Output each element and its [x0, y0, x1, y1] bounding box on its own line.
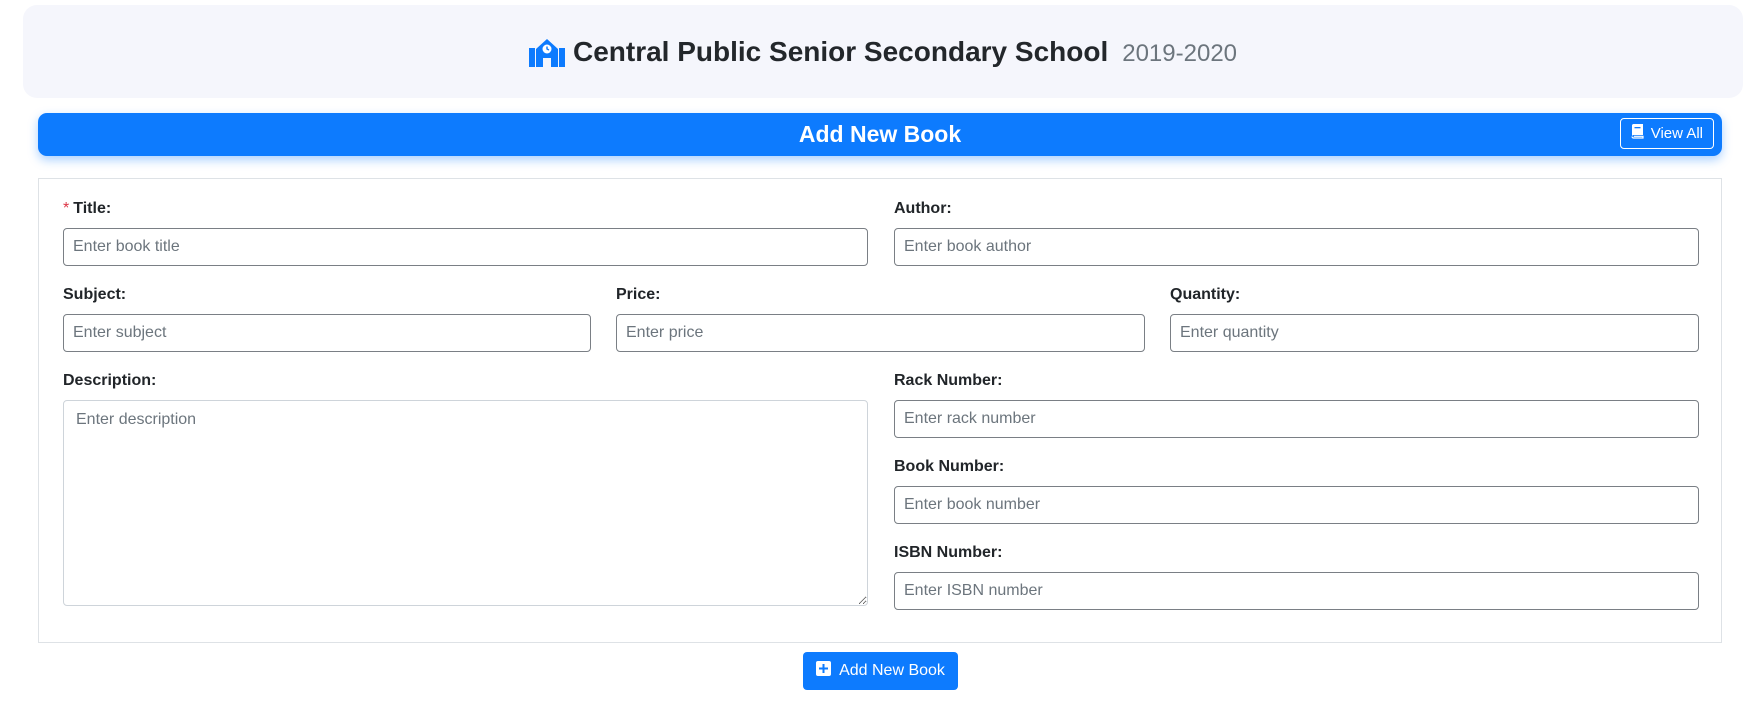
title-label-text: Title:: [73, 200, 112, 217]
subject-label: Subject:: [63, 286, 127, 303]
form-banner: Add New Book View All: [38, 113, 1722, 156]
view-all-label: View All: [1650, 125, 1703, 142]
isbn-number-input[interactable]: [894, 572, 1699, 610]
description-label: Description:: [63, 372, 157, 389]
school-name: Central Public Senior Secondary School: [572, 35, 1109, 67]
session-year: 2019-2020: [1122, 39, 1238, 67]
title-label: * Title:: [63, 200, 111, 218]
form-title: Add New Book: [798, 121, 962, 147]
title-input[interactable]: [63, 228, 868, 266]
rack-number-input[interactable]: [894, 400, 1699, 438]
add-new-book-label: Add New Book: [839, 662, 945, 679]
add-new-book-button[interactable]: Add New Book: [803, 652, 958, 690]
book-icon: [1631, 124, 1644, 143]
price-label: Price:: [616, 286, 661, 303]
plus-square-icon: [816, 661, 832, 681]
quantity-input[interactable]: [1170, 314, 1699, 352]
isbn-number-label: ISBN Number:: [894, 544, 1003, 561]
rack-number-label: Rack Number:: [894, 372, 1003, 389]
book-number-input[interactable]: [894, 486, 1699, 524]
school-header: Central Public Senior Secondary School 2…: [23, 5, 1743, 98]
author-label: Author:: [894, 200, 952, 217]
required-marker: *: [63, 200, 70, 217]
author-input[interactable]: [894, 228, 1699, 266]
quantity-label: Quantity:: [1170, 286, 1241, 303]
add-book-form: *Title: Author: Subject: Price: Quantity…: [38, 178, 1722, 643]
school-icon: [528, 37, 565, 67]
subject-input[interactable]: [63, 314, 591, 352]
description-textarea[interactable]: [63, 400, 868, 606]
view-all-button[interactable]: View All: [1619, 118, 1714, 149]
book-number-label: Book Number:: [894, 458, 1005, 475]
price-input[interactable]: [616, 314, 1145, 352]
